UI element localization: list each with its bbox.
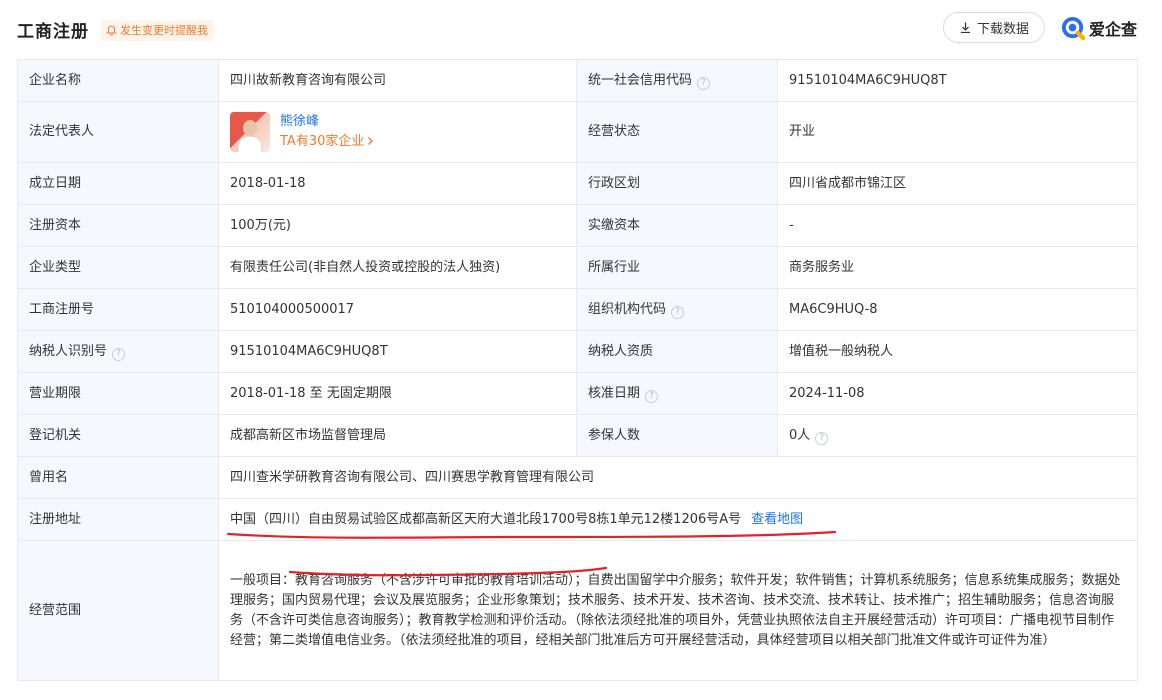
taxpayer-qualification-label: 纳税人资质 [576, 330, 778, 373]
industry-label: 所属行业 [576, 246, 778, 289]
legal-rep-companies-link[interactable]: TA有30家企业 [280, 132, 375, 152]
brand-logo[interactable]: 爱企查 [1061, 14, 1137, 42]
brand-name: 爱企查 [1089, 20, 1138, 39]
help-icon[interactable]: ? [815, 431, 829, 445]
legal-rep-avatar[interactable] [230, 112, 270, 152]
taxpayer-id-label: 纳税人识别号? [17, 330, 219, 373]
registration-number-label: 工商注册号 [17, 288, 219, 331]
help-icon[interactable]: ? [671, 305, 685, 319]
paid-capital-value: - [777, 204, 1138, 247]
business-term-value: 2018-01-18 至 无固定期限 [218, 372, 577, 415]
company-type-value: 有限责任公司(非自然人投资或控股的法人独资) [218, 246, 577, 289]
paid-capital-label: 实缴资本 [576, 204, 778, 247]
registered-capital-label: 注册资本 [17, 204, 219, 247]
business-term-label: 营业期限 [17, 372, 219, 415]
approval-date-value: 2024-11-08 [777, 372, 1138, 415]
table-row: 纳税人识别号? 91510104MA6C9HUQ8T 纳税人资质 增值税一般纳税… [17, 330, 1138, 373]
help-icon[interactable]: ? [645, 389, 659, 403]
org-code-label-text: 组织机构代码 [588, 301, 667, 317]
change-remind-button[interactable]: 发生变更时提醒我 [101, 20, 214, 41]
legal-rep-name-link[interactable]: 熊徐峰 [280, 112, 375, 132]
admin-division-value: 四川省成都市锦江区 [777, 162, 1138, 205]
table-row: 成立日期 2018-01-18 行政区划 四川省成都市锦江区 [17, 162, 1138, 205]
taxpayer-id-label-text: 纳税人识别号 [29, 343, 108, 359]
download-data-label: 下载数据 [976, 22, 1029, 37]
credit-code-value: 91510104MA6C9HUQ8T [777, 59, 1138, 102]
former-name-label: 曾用名 [17, 456, 219, 499]
company-name-value: 四川故新教育咨询有限公司 [218, 59, 577, 102]
company-name-label: 企业名称 [17, 59, 219, 102]
former-name-value: 四川查米学研教育咨询有限公司、四川赛思学教育管理有限公司 [218, 456, 1138, 499]
table-row: 经营范围 一般项目：教育咨询服务（不含涉许可审批的教育培训活动）；自费出国留学中… [17, 540, 1138, 681]
taxpayer-qualification-value: 增值税一般纳税人 [777, 330, 1138, 373]
registration-number-value: 510104000500017 [218, 288, 577, 331]
bell-icon [106, 25, 117, 36]
section-header: 工商注册 发生变更时提醒我 下载数据 爱企查 [0, 0, 1162, 58]
aiqicha-logo-icon [1061, 16, 1086, 40]
company-type-label: 企业类型 [17, 246, 219, 289]
table-row: 法定代表人 熊徐峰 TA有30家企业 经营状态 开业 [17, 101, 1138, 163]
help-icon[interactable]: ? [112, 347, 126, 361]
business-scope-label: 经营范围 [17, 540, 219, 681]
insured-count-label: 参保人数 [576, 414, 778, 457]
table-row: 工商注册号 510104000500017 组织机构代码? MA6C9HUQ-8 [17, 288, 1138, 331]
registered-address-value: 中国（四川）自由贸易试验区成都高新区天府大道北段1700号8栋1单元12楼120… [218, 498, 1138, 541]
registered-capital-value: 100万(元) [218, 204, 577, 247]
legal-rep-label: 法定代表人 [17, 101, 219, 163]
insured-count-text: 0人 [789, 427, 811, 443]
table-row: 营业期限 2018-01-18 至 无固定期限 核准日期? 2024-11-08 [17, 372, 1138, 415]
org-code-label: 组织机构代码? [576, 288, 778, 331]
legal-rep-value: 熊徐峰 TA有30家企业 [218, 101, 577, 163]
insured-count-value: 0人? [777, 414, 1138, 457]
download-icon [960, 22, 971, 34]
business-registration-table: 企业名称 四川故新教育咨询有限公司 统一社会信用代码? 91510104MA6C… [17, 59, 1138, 681]
registered-address-text: 中国（四川）自由贸易试验区成都高新区天府大道北段1700号8栋1单元12楼120… [230, 511, 742, 527]
table-row: 曾用名 四川查米学研教育咨询有限公司、四川赛思学教育管理有限公司 [17, 456, 1138, 499]
download-data-button[interactable]: 下载数据 [943, 12, 1045, 43]
table-row: 登记机关 成都高新区市场监督管理局 参保人数 0人? [17, 414, 1138, 457]
table-row: 企业名称 四川故新教育咨询有限公司 统一社会信用代码? 91510104MA6C… [17, 59, 1138, 102]
table-row: 注册资本 100万(元) 实缴资本 - [17, 204, 1138, 247]
established-date-value: 2018-01-18 [218, 162, 577, 205]
approval-date-label-text: 核准日期 [588, 385, 641, 401]
help-icon[interactable]: ? [697, 76, 711, 90]
credit-code-label: 统一社会信用代码? [576, 59, 778, 102]
operating-status-value: 开业 [777, 101, 1138, 163]
change-remind-label: 发生变更时提醒我 [120, 24, 208, 37]
established-date-label: 成立日期 [17, 162, 219, 205]
registered-address-label: 注册地址 [17, 498, 219, 541]
table-row: 注册地址 中国（四川）自由贸易试验区成都高新区天府大道北段1700号8栋1单元1… [17, 498, 1138, 541]
admin-division-label: 行政区划 [576, 162, 778, 205]
view-map-link[interactable]: 查看地图 [751, 512, 803, 527]
table-row: 企业类型 有限责任公司(非自然人投资或控股的法人独资) 所属行业 商务服务业 [17, 246, 1138, 289]
registration-authority-label: 登记机关 [17, 414, 219, 457]
operating-status-label: 经营状态 [576, 101, 778, 163]
org-code-value: MA6C9HUQ-8 [777, 288, 1138, 331]
business-scope-value: 一般项目：教育咨询服务（不含涉许可审批的教育培训活动）；自费出国留学中介服务；软… [218, 540, 1138, 681]
section-title: 工商注册 [17, 22, 89, 42]
industry-value: 商务服务业 [777, 246, 1138, 289]
approval-date-label: 核准日期? [576, 372, 778, 415]
taxpayer-id-value: 91510104MA6C9HUQ8T [218, 330, 577, 373]
registration-authority-value: 成都高新区市场监督管理局 [218, 414, 577, 457]
credit-code-label-text: 统一社会信用代码 [588, 72, 693, 88]
chevron-right-icon [368, 137, 374, 145]
legal-rep-companies-text: TA有30家企业 [280, 134, 365, 149]
